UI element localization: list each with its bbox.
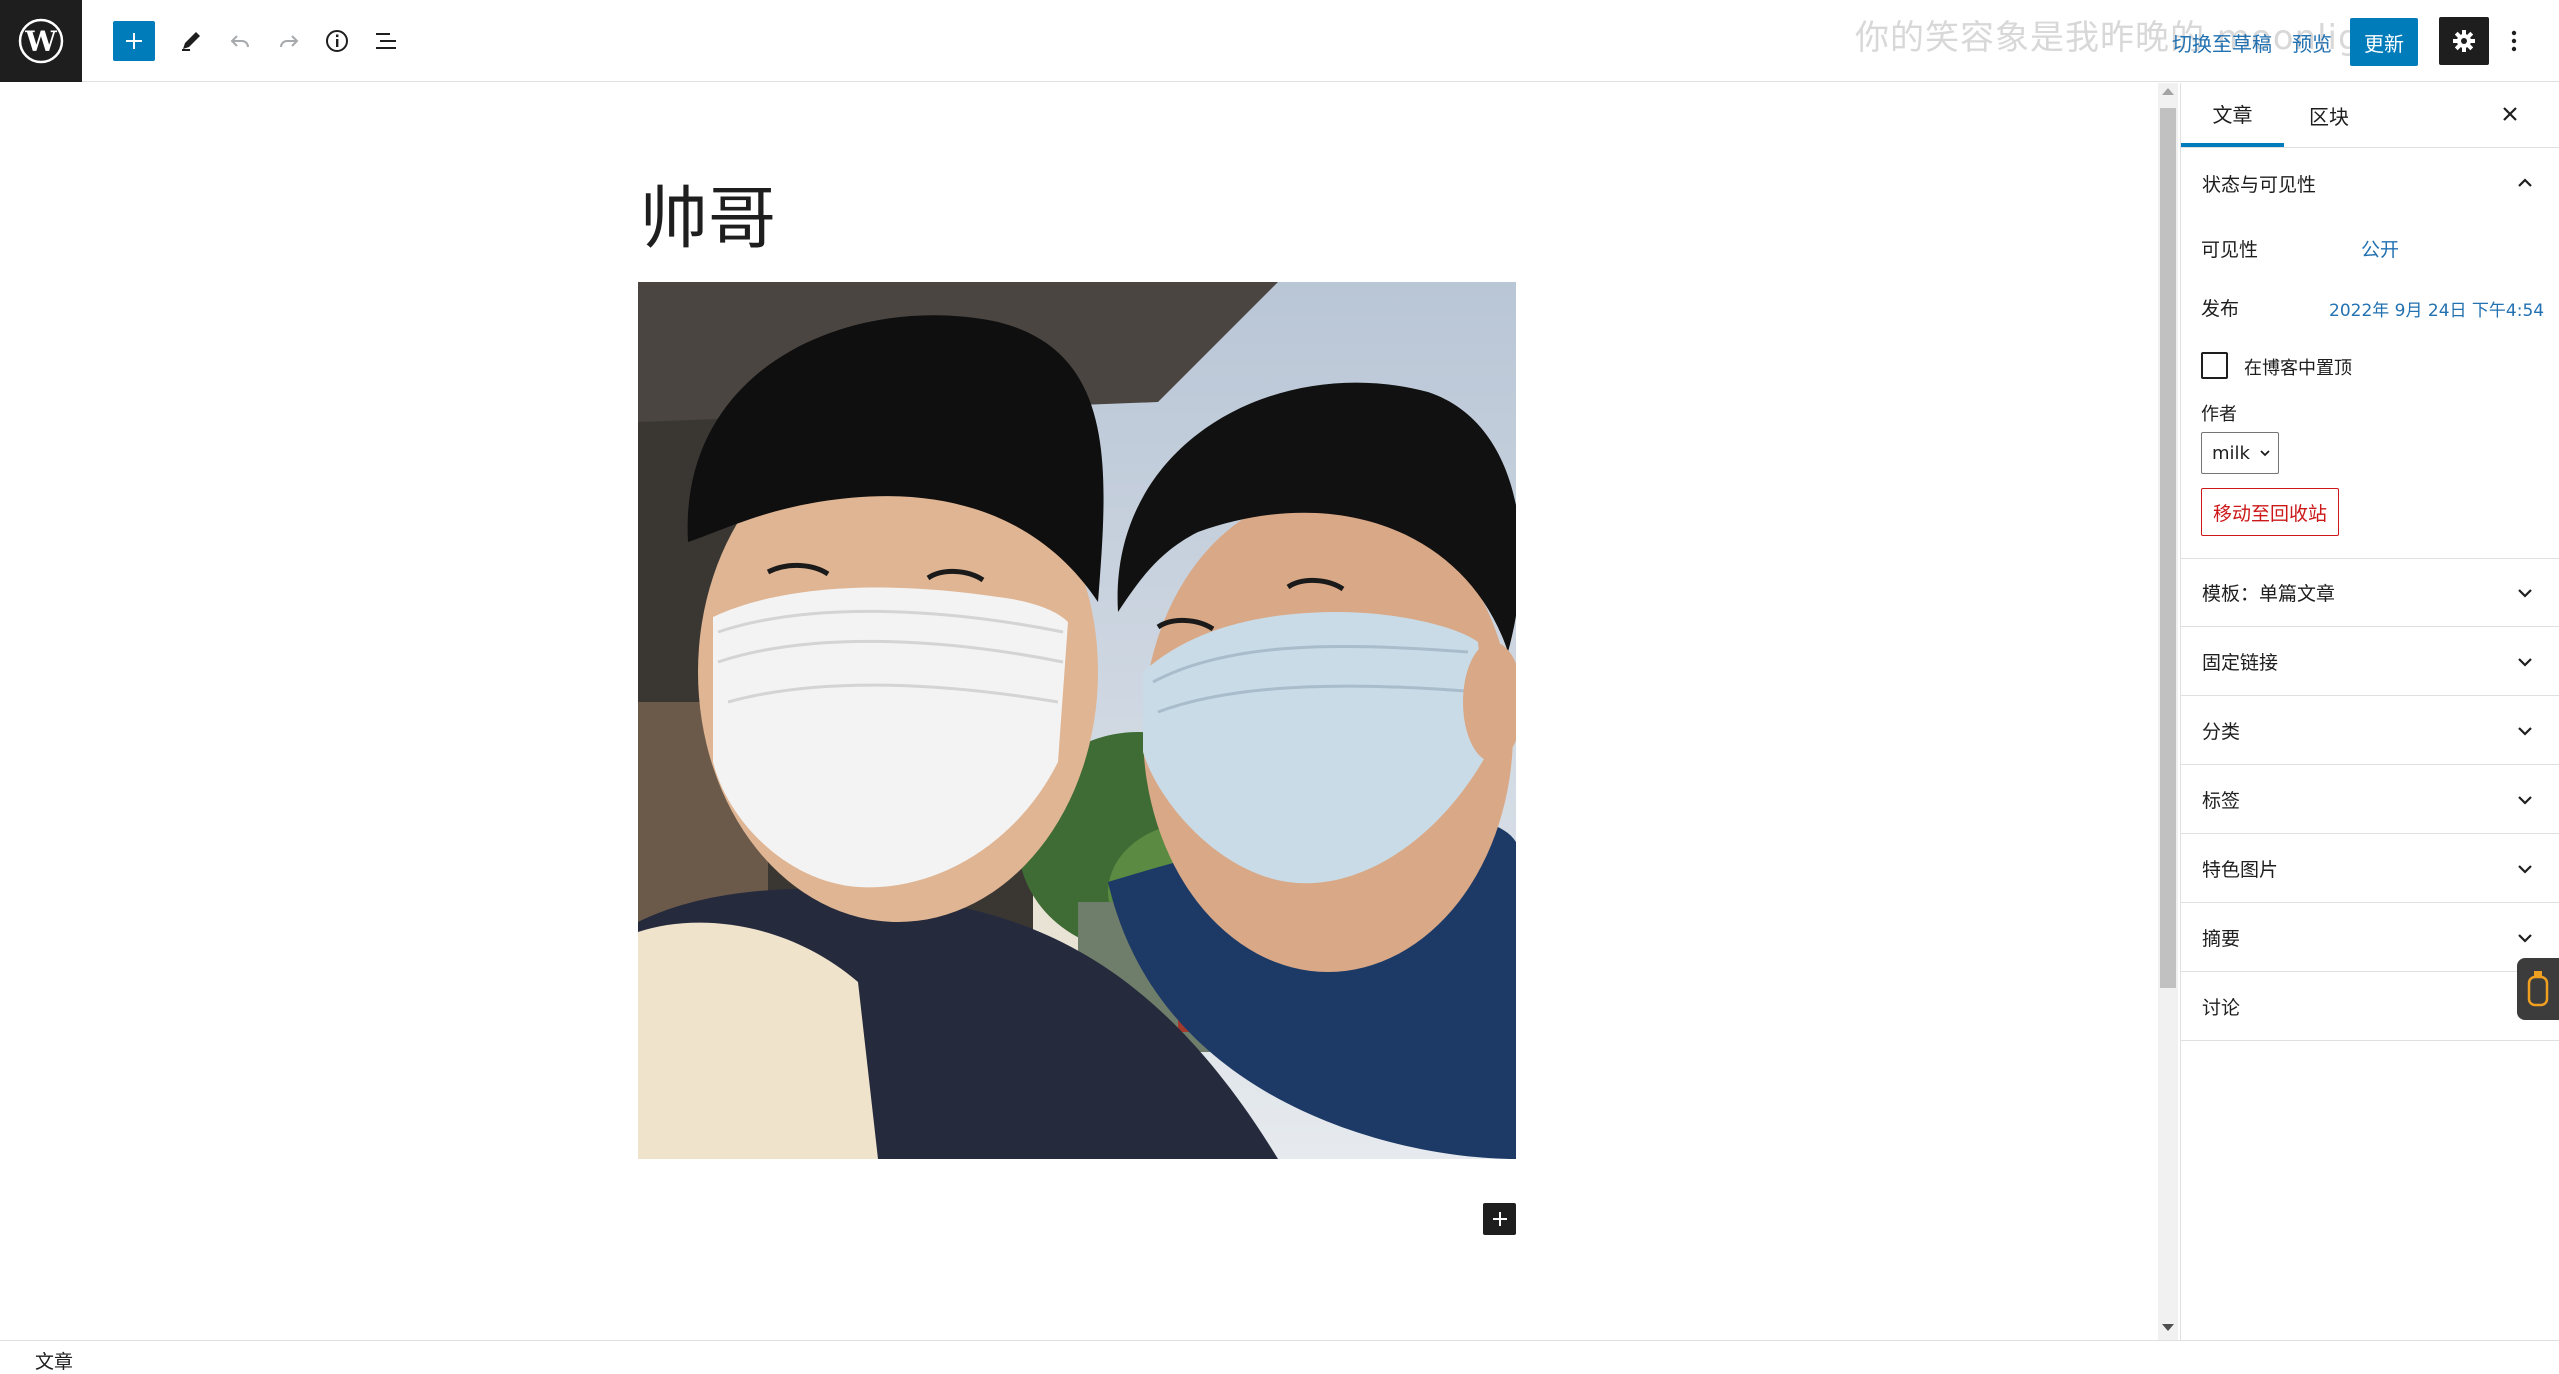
post-title[interactable]: 帅哥 [640, 163, 776, 262]
editor-canvas: 帅哥 [0, 83, 2158, 1340]
panel-label: 分类 [2202, 721, 2241, 743]
editor-footer: 文章 [0, 1340, 2559, 1374]
selfie-photo [638, 282, 1516, 1159]
update-button[interactable]: 更新 [2350, 18, 2418, 66]
floating-plugin-widget[interactable] [2517, 958, 2559, 1020]
panel-excerpt[interactable]: 摘要 [2180, 904, 2559, 972]
options-button[interactable] [2502, 21, 2526, 61]
sticky-label: 在博客中置顶 [2244, 358, 2352, 379]
chevron-down-icon [2518, 589, 2532, 598]
panel-permalink[interactable]: 固定链接 [2180, 628, 2559, 696]
chevron-down-icon [2518, 934, 2532, 943]
visibility-label: 可见性 [2201, 239, 2259, 261]
author-select[interactable]: milk [2201, 432, 2279, 474]
chevron-down-icon [2518, 796, 2532, 805]
svg-text:W: W [24, 25, 57, 58]
image-block[interactable] [638, 282, 1516, 1159]
wordpress-icon: W [18, 18, 64, 64]
close-sidebar-button[interactable] [2494, 98, 2526, 130]
preview-button[interactable]: 预览 [2292, 28, 2332, 57]
panel-discussion[interactable]: 讨论 [2180, 973, 2559, 1041]
redo-button[interactable] [268, 21, 310, 61]
chevron-down-icon [2518, 727, 2532, 736]
pencil-icon [182, 32, 200, 51]
panel-label: 摘要 [2202, 928, 2241, 950]
sticky-checkbox[interactable] [2201, 352, 2228, 379]
add-block-button[interactable] [1483, 1203, 1516, 1235]
panel-label: 特色图片 [2202, 859, 2279, 881]
publish-date-toggle[interactable]: 2022年 9月 24日 下午4:54 [2329, 296, 2544, 321]
chevron-down-icon [2518, 865, 2532, 874]
block-inserter-button[interactable] [113, 21, 155, 61]
panel-template[interactable]: 模板：单篇文章 [2180, 559, 2559, 627]
panel-status-title: 状态与可见性 [2202, 173, 2317, 196]
author-label: 作者 [2201, 404, 2237, 425]
info-icon [326, 30, 348, 52]
list-view-button[interactable] [365, 21, 407, 61]
tools-button[interactable] [170, 21, 212, 61]
chevron-down-icon [2260, 450, 2270, 457]
switch-to-draft-button[interactable]: 切换至草稿 [2172, 28, 2272, 57]
undo-icon [230, 35, 249, 48]
panel-status-visibility[interactable]: 状态与可见性 [2180, 149, 2559, 217]
scroll-up-arrow-icon[interactable] [2162, 88, 2174, 95]
visibility-toggle[interactable]: 公开 [2361, 235, 2399, 262]
panel-label: 讨论 [2202, 997, 2241, 1019]
gear-icon [2453, 30, 2475, 52]
publish-label: 发布 [2201, 298, 2240, 320]
list-view-icon [376, 33, 396, 49]
details-button[interactable] [316, 21, 358, 61]
tab-block[interactable]: 区块 [2284, 83, 2374, 147]
panel-tags[interactable]: 标签 [2180, 766, 2559, 834]
panel-categories[interactable]: 分类 [2180, 697, 2559, 765]
panel-label: 标签 [2202, 790, 2241, 812]
author-selected-value: milk [2212, 442, 2250, 464]
chevron-up-icon [2518, 178, 2532, 187]
editor-scrollbar-thumb[interactable] [2160, 108, 2176, 988]
move-to-trash-button[interactable]: 移动至回收站 [2201, 488, 2339, 536]
panel-label: 模板：单篇文章 [2202, 583, 2336, 605]
block-breadcrumb[interactable]: 文章 [35, 1347, 73, 1374]
scroll-down-arrow-icon[interactable] [2162, 1324, 2174, 1331]
settings-button[interactable] [2439, 17, 2489, 65]
undo-button[interactable] [219, 21, 261, 61]
cup-icon [2527, 971, 2549, 1007]
plus-icon [126, 33, 142, 49]
wordpress-logo-button[interactable]: W [0, 0, 82, 82]
vertical-ellipsis-icon [2511, 30, 2517, 52]
tab-post[interactable]: 文章 [2181, 83, 2284, 147]
panel-featured-image[interactable]: 特色图片 [2180, 835, 2559, 903]
editor-header: W 你的笑容象是我昨晚的 moonlight 切换至草稿 预览 更新 [0, 0, 2559, 82]
panel-label: 固定链接 [2202, 652, 2279, 674]
redo-icon [280, 35, 299, 48]
close-icon [2503, 107, 2517, 121]
plus-icon [1492, 1212, 1507, 1226]
chevron-down-icon [2518, 658, 2532, 667]
